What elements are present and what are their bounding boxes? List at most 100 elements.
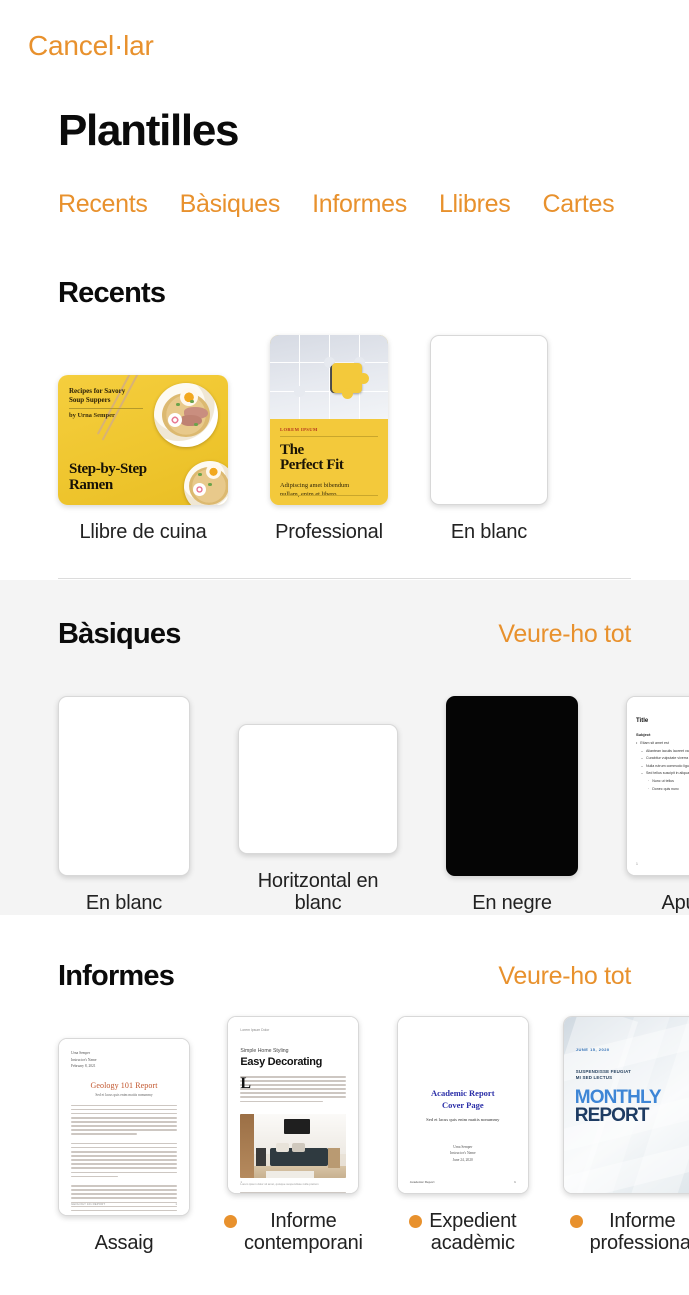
- template-label-text: Apunts: [661, 892, 689, 915]
- decorating-photo: [240, 1113, 347, 1178]
- tab-cartes[interactable]: Cartes: [542, 190, 614, 219]
- template-label-text: Informe professional: [589, 1210, 689, 1255]
- template-card-informe-professional[interactable]: JUNE 15, 2020 SUSPENDISSE FEUGIAT MI SED…: [562, 1014, 689, 1255]
- download-indicator-icon: [569, 1215, 583, 1228]
- cancel-button[interactable]: Cancel·lar: [28, 30, 154, 62]
- academic-subtitle: Sed et lacus quis enim mattis nonummy: [426, 1116, 500, 1122]
- academic-title: Academic Report Cover Page: [431, 1088, 495, 1111]
- thumbnail-notes[interactable]: Wednesday, December 1 Title Subject •Eti…: [626, 696, 689, 877]
- template-card-assaig[interactable]: Urna Semper Instructor's Name February 8…: [58, 1036, 190, 1254]
- templates-chooser-screen: Cancel·lar Plantilles Recents Bàsiques I…: [0, 0, 689, 1295]
- template-label: Informe professional: [569, 1210, 689, 1255]
- section-informes: Informes Veure-ho tot Urna Semper Instru…: [0, 948, 689, 1255]
- decorating-body: [240, 1191, 347, 1193]
- thumb-wrap: Wednesday, December 1 Title Subject •Eti…: [626, 694, 689, 877]
- essay-subtitle: Sed et lacus quis enim mattis nonummy: [95, 1092, 153, 1097]
- template-label: En blanc: [86, 892, 162, 914]
- professional-subtitle-line1: Adipiscing amet bibendum: [280, 481, 350, 489]
- thumb-wrap: Academic Report Cover Page Sed et lacus …: [396, 1014, 529, 1194]
- professional-title-line2: Perfect Fit: [280, 457, 344, 474]
- template-label: Professional: [275, 521, 383, 543]
- template-label: Horitzontal en blanc: [238, 870, 398, 915]
- download-indicator-icon: [409, 1215, 423, 1228]
- template-card-en-blanc[interactable]: En blanc: [58, 694, 190, 914]
- template-card-llibre-de-cuina[interactable]: Recipes for Savory Soup Suppers by Urna …: [58, 333, 228, 543]
- template-label: Informe contemporani: [224, 1210, 363, 1255]
- thumbnail-cookbook[interactable]: Recipes for Savory Soup Suppers by Urna …: [58, 375, 228, 505]
- template-card-informe-contemporani[interactable]: Lorem Ipsum Dolor Simple Home Styling Ea…: [224, 1014, 363, 1255]
- divider: [280, 436, 378, 437]
- tab-llibres[interactable]: Llibres: [439, 190, 511, 219]
- ramen-bowl-large: [154, 383, 218, 447]
- cookbook-title-line1: Step-by-Step: [69, 460, 147, 477]
- thumbnail-blank[interactable]: [430, 335, 548, 505]
- thumb-wrap: [430, 333, 548, 505]
- template-card-horitzontal-en-blanc[interactable]: Horitzontal en blanc: [238, 672, 398, 915]
- template-label: Expedient acadèmic: [409, 1210, 517, 1255]
- see-all-informes-button[interactable]: Veure-ho tot: [498, 962, 631, 991]
- tab-recents[interactable]: Recents: [58, 190, 148, 219]
- section-recents-row: Recipes for Savory Soup Suppers by Urna …: [0, 321, 689, 543]
- academic-page: Academic Report Cover Page Sed et lacus …: [397, 1017, 528, 1193]
- section-recents-header: Recents: [0, 265, 689, 321]
- template-label: Llibre de cuina: [79, 521, 206, 543]
- template-card-en-negre[interactable]: En negre: [446, 694, 578, 914]
- thumbnail-essay[interactable]: Urna Semper Instructor's Name February 8…: [58, 1038, 190, 1217]
- section-basiques-row: En blanc Horitzontal en blanc En negre T…: [0, 662, 689, 915]
- template-label: En negre: [472, 892, 552, 914]
- thumb-wrap: [238, 672, 398, 854]
- puzzle-image: [270, 335, 388, 419]
- decorating-page: Lorem Ipsum Dolor Simple Home Styling Ea…: [228, 1017, 359, 1193]
- see-all-basiques-button[interactable]: Veure-ho tot: [498, 620, 631, 649]
- professional-title-line1: The: [280, 442, 304, 458]
- essay-title: Geology 101 Report: [90, 1080, 158, 1090]
- decorating-intro: L: [240, 1076, 347, 1105]
- template-card-expedient-academic[interactable]: Academic Report Cover Page Sed et lacus …: [396, 1014, 529, 1255]
- tab-informes[interactable]: Informes: [312, 190, 407, 219]
- thumbnail-contemporary-report[interactable]: Lorem Ipsum Dolor Simple Home Styling Ea…: [227, 1016, 360, 1194]
- cookbook-byline: by Urna Semper: [69, 412, 115, 420]
- thumbnail-academic-report[interactable]: Academic Report Cover Page Sed et lacus …: [396, 1016, 529, 1194]
- thumbnail-monthly-report[interactable]: JUNE 15, 2020 SUSPENDISSE FEUGIAT MI SED…: [562, 1016, 689, 1194]
- template-card-en-blanc-recents[interactable]: En blanc: [430, 333, 548, 543]
- notes-bullet: · Nunc ut tellus: [648, 778, 674, 783]
- divider: [69, 408, 143, 410]
- section-basiques-header: Bàsiques Veure-ho tot: [0, 606, 689, 662]
- essay-footer: GEOLOGY 101 REPORT 1: [71, 1202, 177, 1207]
- decorating-kicker: Lorem Ipsum Dolor: [240, 1028, 270, 1032]
- decorating-dropcap: L: [240, 1076, 252, 1092]
- notes-date: Wednesday, December 1: [636, 707, 689, 711]
- template-card-apunts[interactable]: Wednesday, December 1 Title Subject •Eti…: [626, 694, 689, 914]
- thumbnail-professional[interactable]: LOREM IPSUM The Perfect Fit Adipiscing a…: [270, 335, 388, 505]
- ramen-bowl-small: [184, 461, 228, 505]
- thumbnail-blank-landscape[interactable]: [238, 724, 398, 854]
- monthly-report-kicker: SUSPENDISSE FEUGIAT MI SED LECTUS: [575, 1069, 631, 1081]
- cookbook-line2: Soup Suppers: [69, 396, 111, 405]
- professional-body: LOREM IPSUM The Perfect Fit Adipiscing a…: [280, 427, 378, 505]
- template-label-text: Professional: [275, 521, 383, 543]
- thumbnail-blank-portrait[interactable]: [58, 696, 190, 877]
- monthly-report-title-line2: REPORT: [574, 1105, 650, 1126]
- template-label: Apunts: [661, 892, 689, 914]
- cookbook-line1: Recipes for Savory: [69, 387, 126, 395]
- notes-bullet: • Etiam sit amet est: [636, 740, 669, 745]
- notes-bullet: –Curabitur vulputate viverra pede: [641, 756, 689, 761]
- notes-bullet: – Nulla rutrum commodo ligula: [641, 763, 689, 768]
- section-basiques: Bàsiques Veure-ho tot En blanc Horitzont…: [0, 606, 689, 915]
- divider: [280, 495, 378, 496]
- cookbook-title: Step-by-Step Ramen: [69, 461, 147, 493]
- thumb-wrap: [58, 694, 190, 877]
- professional-title: The Perfect Fit: [280, 442, 378, 474]
- template-card-professional[interactable]: LOREM IPSUM The Perfect Fit Adipiscing a…: [270, 333, 388, 543]
- essay-meta: Urna Semper Instructor's Name February 8…: [71, 1051, 97, 1068]
- tab-basiques[interactable]: Bàsiques: [180, 190, 281, 219]
- notes-bullet: –Aliantean iaculis laoreet varius: [641, 748, 689, 753]
- essay-body-paragraph: [71, 1185, 177, 1212]
- thumbnail-black[interactable]: [446, 696, 578, 877]
- section-recents-title: Recents: [58, 276, 166, 309]
- download-indicator-icon: [224, 1215, 237, 1228]
- notes-bullet: · Donec quis nunc: [648, 786, 679, 791]
- section-divider: [58, 578, 631, 579]
- decorating-page-number: 1: [240, 1180, 243, 1184]
- notes-bullet: – Sed tellus suscipit in aliquam: [641, 771, 689, 776]
